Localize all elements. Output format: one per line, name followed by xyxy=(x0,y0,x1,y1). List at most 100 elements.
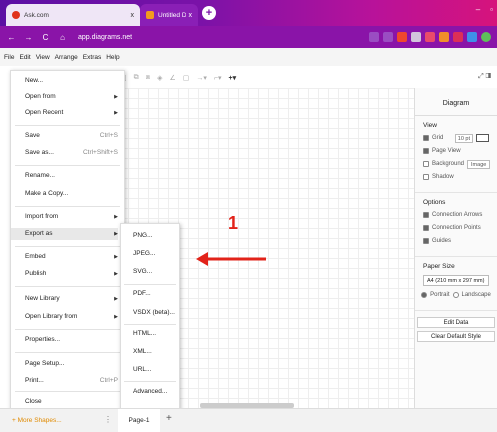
menu-item-close[interactable]: Close xyxy=(25,396,118,408)
connection-arrows-label: Connection Arrows xyxy=(432,212,483,218)
page-view-checkbox[interactable] xyxy=(423,148,429,154)
add-page-button[interactable]: + xyxy=(166,413,172,424)
options-section: Options Connection Arrows Connection Poi… xyxy=(415,193,497,257)
menu-item-import-from[interactable]: Import from ▶ xyxy=(25,211,118,223)
browser-titlebar: Ask.com x Untitled Diagram - diagrams.ne… xyxy=(0,0,497,26)
shadow-icon[interactable]: ▢ xyxy=(183,74,190,82)
fill-color-icon[interactable]: ◈ xyxy=(157,74,162,82)
pages-menu-icon[interactable]: ⋮ xyxy=(104,415,112,424)
grid-label: Grid xyxy=(432,135,444,141)
extension-icon[interactable] xyxy=(397,32,407,42)
line-color-icon[interactable]: ∠ xyxy=(169,74,175,82)
export-vsdx[interactable]: VSDX (beta)... xyxy=(133,307,175,319)
edit-data-button[interactable]: Edit Data xyxy=(417,317,495,328)
menu-item-rename[interactable]: Rename... xyxy=(25,170,118,182)
connection-style-icon[interactable]: →▾ xyxy=(196,74,207,82)
clear-default-style-button[interactable]: Clear Default Style xyxy=(417,331,495,342)
extension-icon[interactable] xyxy=(411,32,421,42)
profile-avatar[interactable] xyxy=(481,32,491,42)
menu-item-new-library[interactable]: New Library ▶ xyxy=(25,293,118,305)
browser-tab-diagrams[interactable]: Untitled Diagram - diagrams.net x xyxy=(140,4,198,26)
close-tab-icon[interactable]: x xyxy=(189,12,193,19)
menu-item-publish[interactable]: Publish ▶ xyxy=(25,268,118,280)
shadow-checkbox[interactable] xyxy=(423,174,429,180)
connection-points-checkbox[interactable] xyxy=(423,225,429,231)
file-menu: New... Open from ▶ Open Recent ▶ Save Ctrl+… xyxy=(10,70,125,412)
menu-help[interactable]: Help xyxy=(106,54,119,61)
submenu-arrow-icon: ▶ xyxy=(114,271,118,277)
to-back-icon[interactable]: ⧈ xyxy=(146,74,150,82)
view-heading: View xyxy=(423,122,437,129)
menu-item-save-as[interactable]: Save as... Ctrl+Shift+S xyxy=(25,147,118,159)
export-advanced[interactable]: Advanced... xyxy=(133,386,167,398)
waypoints-icon[interactable]: ⌐▾ xyxy=(214,74,222,82)
home-icon[interactable]: ⌂ xyxy=(57,33,68,42)
extension-icon[interactable] xyxy=(439,32,449,42)
browser-tab-ask[interactable]: Ask.com x xyxy=(6,4,140,26)
guides-checkbox[interactable] xyxy=(423,238,429,244)
star-icon[interactable] xyxy=(383,32,393,42)
background-label: Background xyxy=(432,161,465,167)
export-xml[interactable]: XML... xyxy=(133,346,152,358)
menu-view[interactable]: View xyxy=(36,54,50,61)
grid-color-swatch[interactable] xyxy=(476,134,489,142)
menu-separator xyxy=(15,391,120,392)
insert-icon[interactable]: +▾ xyxy=(229,74,237,82)
ask-favicon-icon xyxy=(12,11,20,19)
menu-item-make-copy[interactable]: Make a Copy... xyxy=(25,188,118,200)
menu-item-properties[interactable]: Properties... xyxy=(25,334,118,346)
image-button[interactable]: Image xyxy=(467,159,491,169)
url-field[interactable]: app.diagrams.net xyxy=(78,34,132,41)
reload-icon[interactable]: C xyxy=(40,33,51,42)
close-tab-icon[interactable]: x xyxy=(131,12,135,19)
format-panel-title: Diagram xyxy=(415,88,497,116)
minimize-icon[interactable]: – xyxy=(476,5,480,14)
address-bar: ← → C ⌂ app.diagrams.net xyxy=(0,26,497,48)
page-view-label: Page View xyxy=(432,148,461,154)
forward-icon[interactable]: → xyxy=(23,33,34,42)
extension-icon[interactable] xyxy=(369,32,379,42)
menu-item-print[interactable]: Print... Ctrl+P xyxy=(25,375,118,387)
export-jpeg[interactable]: JPEG... xyxy=(133,248,155,260)
app-menubar: File Edit View Arrange Extras Help xyxy=(0,48,497,66)
menu-item-page-setup[interactable]: Page Setup... xyxy=(25,358,118,370)
menu-item-save[interactable]: Save Ctrl+S xyxy=(25,130,118,142)
guides-label: Guides xyxy=(432,238,452,244)
menu-edit[interactable]: Edit xyxy=(19,54,30,61)
menu-arrange[interactable]: Arrange xyxy=(55,54,78,61)
export-png[interactable]: PNG... xyxy=(133,230,153,242)
extension-icon[interactable] xyxy=(467,32,477,42)
export-url[interactable]: URL... xyxy=(133,364,151,376)
menu-item-open-library-from[interactable]: Open Library from ▶ xyxy=(25,311,118,323)
menu-file[interactable]: File xyxy=(4,54,14,61)
restore-icon[interactable]: ▫ xyxy=(490,5,493,14)
new-tab-button[interactable]: + xyxy=(202,6,216,20)
extension-icon[interactable] xyxy=(453,32,463,42)
menu-item-open-from[interactable]: Open from ▶ xyxy=(25,91,118,103)
menu-separator xyxy=(15,206,120,207)
menu-separator xyxy=(15,165,120,166)
grid-size-input[interactable]: 10 pt xyxy=(454,133,473,143)
paper-size-heading: Paper Size xyxy=(423,263,455,270)
menu-item-embed[interactable]: Embed ▶ xyxy=(25,251,118,263)
menu-item-export-as[interactable]: Export as ▶ xyxy=(11,228,118,240)
export-pdf[interactable]: PDF... xyxy=(133,288,151,300)
landscape-radio[interactable] xyxy=(452,292,459,298)
extension-icon[interactable] xyxy=(425,32,435,42)
export-html[interactable]: HTML... xyxy=(133,328,156,340)
menu-item-open-recent[interactable]: Open Recent ▶ xyxy=(25,107,118,119)
grid-checkbox[interactable] xyxy=(423,135,429,141)
paper-size-select[interactable]: A4 (210 mm x 297 mm) xyxy=(423,275,489,286)
back-icon[interactable]: ← xyxy=(6,33,17,42)
portrait-radio[interactable] xyxy=(421,292,428,298)
menu-extras[interactable]: Extras xyxy=(83,54,101,61)
page-tab[interactable]: Page-1 xyxy=(118,409,160,432)
more-shapes-button[interactable]: + More Shapes... xyxy=(12,417,62,424)
panel-toggle-icons[interactable]: ⤢ ◨ xyxy=(478,73,491,81)
export-svg[interactable]: SVG... xyxy=(133,266,152,278)
submenu-arrow-icon: ▶ xyxy=(114,231,118,237)
background-checkbox[interactable] xyxy=(423,161,429,167)
connection-arrows-checkbox[interactable] xyxy=(423,212,429,218)
to-front-icon[interactable]: ⧉ xyxy=(134,74,139,82)
menu-item-new[interactable]: New... xyxy=(25,75,118,87)
